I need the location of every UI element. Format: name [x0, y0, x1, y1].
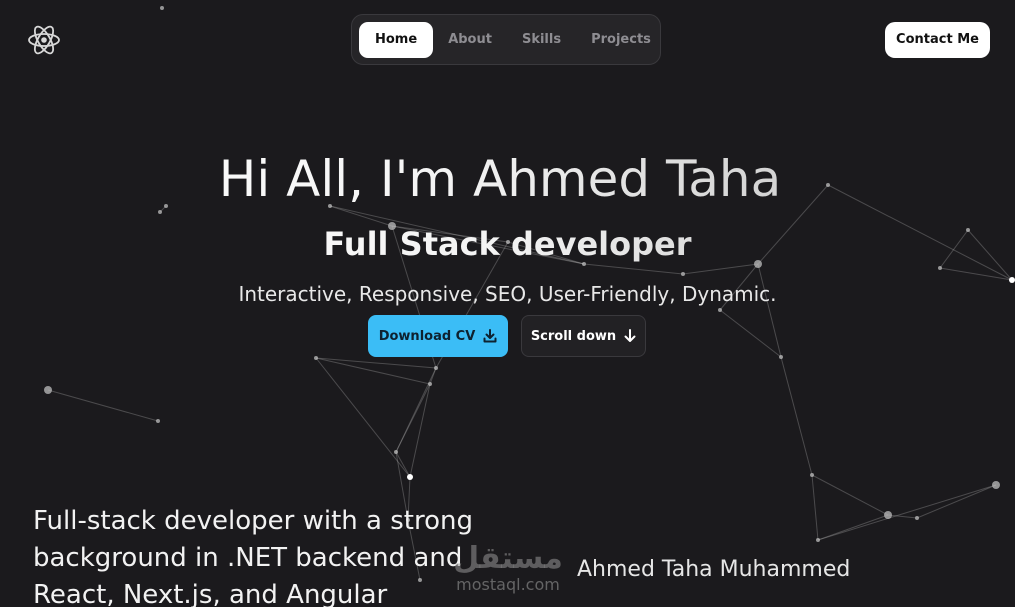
particle-link — [780, 356, 813, 476]
hero-tagline: Interactive, Responsive, SEO, User-Frien… — [238, 282, 777, 306]
particle-dot — [810, 473, 814, 477]
particle-dot — [428, 382, 432, 386]
mostaql-watermark-logo: مستقل mostaql.com — [440, 536, 575, 598]
download-cv-label: Download CV — [378, 328, 476, 344]
particle-link — [315, 357, 437, 369]
svg-text:mostaql.com: mostaql.com — [456, 575, 560, 594]
particle-link — [409, 383, 431, 478]
download-cv-button[interactable]: Download CV — [368, 315, 508, 357]
download-icon — [483, 329, 497, 343]
particle-link — [811, 474, 819, 541]
particle-dot — [779, 355, 783, 359]
particle-link — [47, 389, 159, 422]
nav-projects[interactable]: Projects — [576, 22, 666, 58]
hero-title: Hi All, I'm Ahmed Taha — [0, 142, 1000, 216]
particle-link — [719, 309, 782, 358]
contact-me-button[interactable]: Contact Me — [885, 22, 990, 58]
scroll-down-button[interactable]: Scroll down — [521, 315, 646, 357]
particle-dot — [434, 366, 438, 370]
particle-link — [811, 474, 889, 516]
particle-dot — [992, 481, 1000, 489]
arrow-down-icon — [624, 329, 636, 343]
particle-dot — [160, 6, 164, 10]
main-navigation: Home About Skills Projects — [351, 14, 661, 65]
particle-dot — [915, 516, 919, 520]
particle-dot — [407, 474, 413, 480]
particle-dot — [394, 450, 398, 454]
particle-dot — [816, 538, 820, 542]
nav-skills[interactable]: Skills — [507, 22, 576, 58]
particle-dot — [44, 386, 52, 394]
atom-logo-icon[interactable] — [27, 23, 61, 57]
particle-link — [916, 484, 997, 519]
nav-about[interactable]: About — [433, 22, 507, 58]
svg-text:مستقل: مستقل — [453, 541, 563, 576]
hero-subtitle: Full Stack developer — [0, 222, 1015, 266]
particle-dot — [314, 356, 318, 360]
name-caption: Ahmed Taha Muhammed — [577, 557, 851, 582]
particle-link — [817, 484, 997, 541]
particle-link — [757, 263, 782, 358]
particle-dot — [938, 266, 942, 270]
scroll-down-label: Scroll down — [530, 328, 617, 344]
particle-dot — [681, 272, 685, 276]
nav-home[interactable]: Home — [359, 21, 434, 58]
particle-dot — [156, 419, 160, 423]
particle-dot — [884, 511, 892, 519]
portfolio-page: Home About Skills Projects Contact Me Hi… — [0, 0, 1015, 607]
